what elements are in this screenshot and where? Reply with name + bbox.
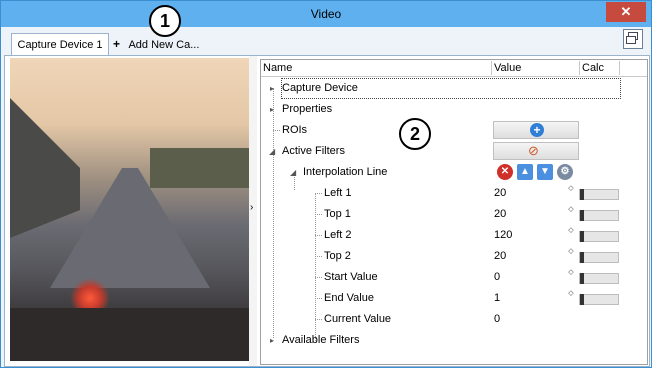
- video-window: Video ✕ Capture Device 1 + Add New Ca...…: [0, 0, 652, 368]
- row-value[interactable]: 0: [494, 267, 500, 288]
- callout-1: 1: [149, 5, 181, 37]
- grid-row-active-filters[interactable]: ◢ Active Filters ⊘: [261, 141, 647, 162]
- slider-thumb[interactable]: [580, 210, 584, 221]
- tree-line: [315, 256, 322, 257]
- slider-thumb[interactable]: [580, 273, 584, 284]
- row-name: Available Filters: [282, 334, 360, 346]
- expand-icon[interactable]: ▸: [270, 99, 274, 120]
- row-name: Capture Device: [282, 82, 358, 94]
- row-value[interactable]: 20: [494, 204, 506, 225]
- grid-row-rois[interactable]: ROIs +: [261, 120, 647, 141]
- spinner-icon[interactable]: ◇: [567, 248, 575, 264]
- close-button[interactable]: ✕: [606, 2, 646, 22]
- tree-line: [273, 130, 280, 131]
- column-header-calc[interactable]: Calc: [580, 61, 620, 75]
- column-header-name[interactable]: Name: [261, 61, 492, 75]
- expand-icon[interactable]: ▸: [270, 330, 274, 351]
- video-preview: [10, 58, 249, 361]
- row-value: 0: [494, 313, 501, 325]
- arrow-down-icon[interactable]: ▼: [537, 164, 553, 180]
- value-slider[interactable]: [579, 231, 619, 242]
- grid-row-interpolation-line[interactable]: ◢ Interpolation Line ✕ ▲ ▼ ⚙: [261, 162, 647, 183]
- tab-add-new[interactable]: + Add New Ca...: [113, 37, 199, 51]
- splitter-arrow-icon: ›: [250, 202, 254, 213]
- spinner-icon[interactable]: ◇: [567, 227, 575, 243]
- tab-add-label: Add New Ca...: [128, 39, 200, 51]
- row-name: Start Value: [324, 271, 378, 283]
- slider-thumb[interactable]: [580, 189, 584, 200]
- tree-line: [315, 193, 322, 194]
- slider-thumb[interactable]: [580, 231, 584, 242]
- grid-row-properties[interactable]: ▸ Properties: [261, 99, 647, 120]
- row-value[interactable]: 20: [494, 183, 506, 204]
- add-circle-icon: +: [530, 123, 544, 137]
- column-header-value[interactable]: Value: [492, 61, 580, 75]
- arrow-up-icon[interactable]: ▲: [517, 164, 533, 180]
- toggle-visibility-button[interactable]: ⊘: [493, 142, 579, 160]
- grid-row-top-2[interactable]: Top 2 20 ◇: [261, 246, 647, 267]
- tree-line: [315, 235, 322, 236]
- eye-hidden-icon: ⊘: [528, 143, 539, 158]
- grid-row-start-value[interactable]: Start Value 0 ◇: [261, 267, 647, 288]
- video-scene-wall: [10, 98, 80, 238]
- slider-thumb[interactable]: [580, 252, 584, 263]
- row-name: Active Filters: [282, 145, 345, 157]
- row-value[interactable]: 20: [494, 246, 506, 267]
- plus-icon: +: [113, 37, 121, 51]
- value-slider[interactable]: [579, 189, 619, 200]
- window-layout-icon[interactable]: [623, 29, 643, 49]
- spinner-icon[interactable]: ◇: [567, 206, 575, 222]
- spinner-icon[interactable]: ◇: [567, 185, 575, 201]
- value-slider[interactable]: [579, 252, 619, 263]
- row-name: Properties: [282, 103, 333, 115]
- tree-line: [315, 298, 322, 299]
- row-name: End Value: [324, 292, 374, 304]
- row-name: Left 2: [324, 229, 352, 241]
- grid-row-available-filters[interactable]: ▸ Available Filters: [261, 330, 647, 351]
- row-name: Current Value: [324, 313, 392, 325]
- tab-capture-device-1[interactable]: Capture Device 1: [11, 33, 109, 56]
- collapse-icon[interactable]: ◢: [269, 141, 275, 162]
- slider-thumb[interactable]: [580, 294, 584, 305]
- settings-icon[interactable]: ⚙: [557, 164, 573, 180]
- spinner-icon[interactable]: ◇: [567, 290, 575, 306]
- video-scene-dashboard: [10, 308, 249, 361]
- add-roi-button[interactable]: +: [493, 121, 579, 139]
- value-slider[interactable]: [579, 210, 619, 221]
- grid-row-end-value[interactable]: End Value 1 ◇: [261, 288, 647, 309]
- row-name: Left 1: [324, 187, 352, 199]
- row-name: ROIs: [282, 124, 308, 136]
- grid-header: Name Value Calc: [261, 60, 647, 77]
- expand-icon[interactable]: ▸: [270, 78, 274, 99]
- tree-line: [315, 319, 322, 320]
- main-content: › Name Value Calc ▸ Capture Device ▸ Pro…: [4, 55, 650, 367]
- row-value[interactable]: 1: [494, 288, 500, 309]
- row-name: Top 2: [324, 250, 351, 262]
- row-value[interactable]: 120: [494, 225, 512, 246]
- collapse-icon[interactable]: ◢: [290, 162, 296, 183]
- row-name: Top 1: [324, 208, 351, 220]
- property-grid: Name Value Calc ▸ Capture Device ▸ Prope…: [260, 59, 648, 365]
- grid-row-current-value[interactable]: Current Value 0: [261, 309, 647, 330]
- grid-row-capture-device[interactable]: ▸ Capture Device: [261, 78, 647, 99]
- panel-splitter[interactable]: ›: [249, 56, 257, 366]
- window-title: Video: [310, 7, 342, 21]
- tree-line: [315, 277, 322, 278]
- tab-strip: Capture Device 1 + Add New Ca...: [1, 27, 651, 56]
- grid-row-left-1[interactable]: Left 1 20 ◇: [261, 183, 647, 204]
- spinner-icon[interactable]: ◇: [567, 269, 575, 285]
- value-slider[interactable]: [579, 273, 619, 284]
- title-bar[interactable]: Video ✕: [1, 1, 651, 27]
- remove-icon[interactable]: ✕: [497, 164, 513, 180]
- tree-line: [315, 214, 322, 215]
- grid-row-top-1[interactable]: Top 1 20 ◇: [261, 204, 647, 225]
- grid-row-left-2[interactable]: Left 2 120 ◇: [261, 225, 647, 246]
- row-name: Interpolation Line: [303, 166, 388, 178]
- callout-2: 2: [399, 118, 431, 150]
- value-slider[interactable]: [579, 294, 619, 305]
- video-scene-trees: [150, 148, 249, 188]
